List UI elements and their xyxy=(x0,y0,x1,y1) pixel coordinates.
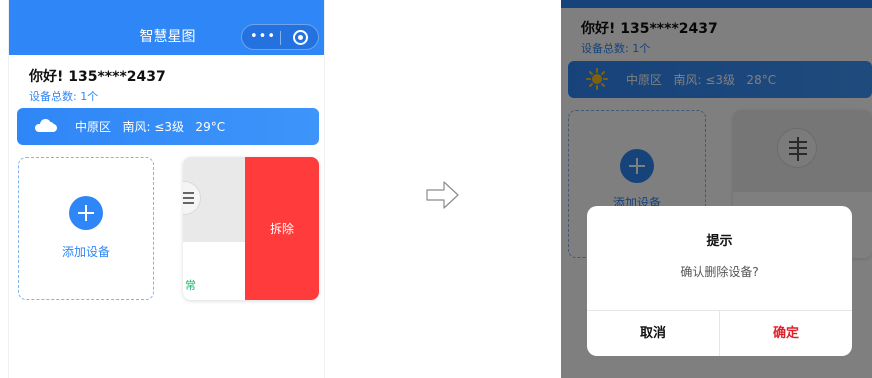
confirm-button[interactable]: 确定 xyxy=(720,311,852,356)
cloud-icon xyxy=(35,118,57,132)
more-icon[interactable]: ••• xyxy=(250,28,276,46)
capsule-divider xyxy=(280,31,281,45)
cancel-button[interactable]: 取消 xyxy=(587,311,719,356)
add-device-card[interactable]: 添加设备 xyxy=(18,157,154,300)
mini-program-capsule: ••• xyxy=(241,24,319,50)
dialog-message: 确认删除设备? xyxy=(680,265,759,279)
device-count: 设备总数: 1个 xyxy=(29,90,99,103)
close-target-icon[interactable] xyxy=(293,30,308,45)
left-screen: 智慧星图 ••• 你好! 135****2437 设备总数: 1个 中原区 南风… xyxy=(8,0,325,378)
device-card-swiped[interactable]: 常 拆除 xyxy=(183,157,319,300)
device-card-image-area xyxy=(183,157,245,242)
transition-arrow-icon xyxy=(426,181,459,209)
add-device-label: 添加设备 xyxy=(61,245,110,259)
plus-icon xyxy=(69,196,103,230)
right-screen: 你好! 135****2437 设备总数: 1个 中原区 南风: ≤3级 28°… xyxy=(561,0,872,378)
weather-text: 中原区 南风: ≤3级 29°C xyxy=(75,120,226,134)
nav-bar: 智慧星图 ••• xyxy=(9,0,324,55)
confirm-dialog: 提示 确认删除设备? 取消 确定 xyxy=(587,206,852,356)
device-icon xyxy=(183,181,201,215)
weather-banner: 中原区 南风: ≤3级 29°C xyxy=(17,108,319,145)
remove-label: 拆除 xyxy=(269,222,294,236)
greeting: 你好! 135****2437 xyxy=(29,69,166,85)
device-status-text: 常 xyxy=(185,279,196,292)
remove-device-button[interactable]: 拆除 xyxy=(245,157,319,300)
dialog-title: 提示 xyxy=(706,234,733,249)
